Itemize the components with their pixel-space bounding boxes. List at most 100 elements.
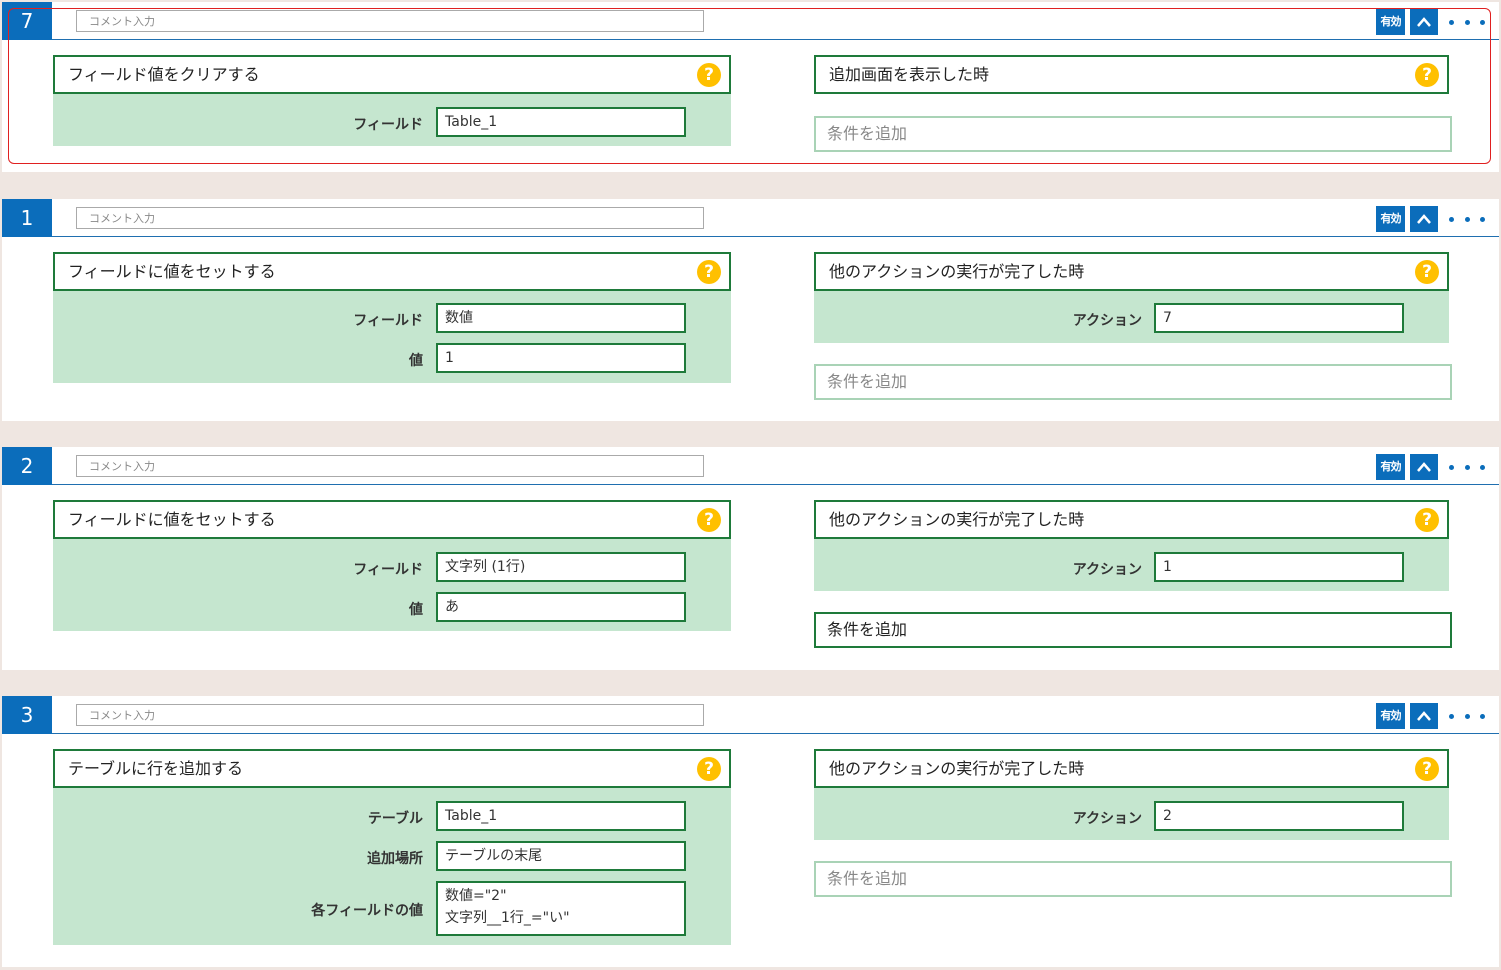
action-block-1: 1 有効 フィールドに値をセットする ? フィールド 数値 値 1 他のアクショ… xyxy=(2,199,1499,421)
field-value[interactable]: Table_1 xyxy=(436,107,686,137)
more-dot-icon xyxy=(1464,216,1470,222)
action-title[interactable]: テーブルに行を追加する ? xyxy=(53,749,731,788)
action-title[interactable]: フィールドに値をセットする ? xyxy=(53,500,731,539)
block-header: 7 有効 xyxy=(2,2,1499,40)
trigger-title[interactable]: 他のアクションの実行が完了した時 ? xyxy=(814,252,1449,291)
block-header: 3 有効 xyxy=(2,696,1499,734)
trigger-title[interactable]: 他のアクションの実行が完了した時 ? xyxy=(814,749,1449,788)
trigger-title-text: 他のアクションの実行が完了した時 xyxy=(829,759,1085,778)
field-label: フィールド xyxy=(353,117,423,133)
more-dot-icon xyxy=(1480,216,1485,222)
chevron-up-icon xyxy=(1417,17,1431,27)
help-icon[interactable]: ? xyxy=(1415,757,1439,781)
enabled-toggle-button[interactable]: 有効 xyxy=(1376,454,1405,480)
block-header: 2 有効 xyxy=(2,447,1499,485)
trigger-title-text: 他のアクションの実行が完了した時 xyxy=(829,262,1085,281)
collapse-button[interactable] xyxy=(1410,703,1438,729)
more-options-button[interactable] xyxy=(1449,457,1485,477)
table-value[interactable]: Table_1 xyxy=(436,801,686,831)
field-values-label: 各フィールドの値 xyxy=(311,903,423,919)
more-options-button[interactable] xyxy=(1449,12,1485,32)
more-dot-icon xyxy=(1464,19,1470,25)
help-icon[interactable]: ? xyxy=(1415,508,1439,532)
more-dot-icon xyxy=(1449,713,1454,719)
collapse-button[interactable] xyxy=(1410,9,1438,35)
field-value-line: 数値="2" xyxy=(445,888,507,904)
collapse-button[interactable] xyxy=(1410,206,1438,232)
more-dot-icon xyxy=(1480,464,1485,470)
trigger-title[interactable]: 追加画面を表示した時 ? xyxy=(814,55,1449,94)
action-block-7: 7 有効 フィールド値をクリアする ? フィールド Table_1 追加画面を表… xyxy=(2,2,1499,172)
value-field[interactable]: 1 xyxy=(436,343,686,373)
chevron-up-icon xyxy=(1417,214,1431,224)
action-title-text: フィールドに値をセットする xyxy=(68,262,276,281)
block-number: 2 xyxy=(2,447,52,485)
action-title[interactable]: フィールドに値をセットする ? xyxy=(53,252,731,291)
insert-position-label: 追加場所 xyxy=(367,851,423,867)
enabled-toggle-button[interactable]: 有効 xyxy=(1376,703,1405,729)
comment-input[interactable] xyxy=(76,455,704,477)
add-condition-button[interactable]: 条件を追加 xyxy=(814,116,1452,152)
trigger-panel: 他のアクションの実行が完了した時 ? アクション 1 xyxy=(814,500,1449,591)
action-panel: テーブルに行を追加する ? テーブル Table_1 追加場所 テーブルの末尾 … xyxy=(53,749,731,945)
trigger-panel: 追加画面を表示した時 ? xyxy=(814,55,1449,94)
help-icon[interactable]: ? xyxy=(1415,260,1439,284)
more-options-button[interactable] xyxy=(1449,209,1485,229)
more-dot-icon xyxy=(1449,216,1454,222)
action-block-3: 3 有効 テーブルに行を追加する ? テーブル Table_1 追加場所 テーブ… xyxy=(2,696,1499,967)
action-label: アクション xyxy=(1072,562,1142,578)
trigger-title-text: 他のアクションの実行が完了した時 xyxy=(829,510,1085,529)
value-label: 値 xyxy=(409,353,423,369)
action-panel: フィールドに値をセットする ? フィールド 数値 値 1 xyxy=(53,252,731,383)
help-icon[interactable]: ? xyxy=(697,63,721,87)
more-dot-icon xyxy=(1464,713,1470,719)
collapse-button[interactable] xyxy=(1410,454,1438,480)
trigger-title[interactable]: 他のアクションの実行が完了した時 ? xyxy=(814,500,1449,539)
block-header: 1 有効 xyxy=(2,199,1499,237)
field-label: フィールド xyxy=(353,562,423,578)
trigger-panel: 他のアクションの実行が完了した時 ? アクション 7 xyxy=(814,252,1449,343)
more-options-button[interactable] xyxy=(1449,706,1485,726)
action-title-text: フィールド値をクリアする xyxy=(68,65,260,84)
help-icon[interactable]: ? xyxy=(697,508,721,532)
block-number: 1 xyxy=(2,199,52,237)
block-number: 7 xyxy=(2,2,52,40)
more-dot-icon xyxy=(1449,19,1454,25)
action-panel: フィールドに値をセットする ? フィールド 文字列 (1行) 値 あ xyxy=(53,500,731,631)
block-number: 3 xyxy=(2,696,52,734)
action-title-text: フィールドに値をセットする xyxy=(68,510,276,529)
comment-input[interactable] xyxy=(76,207,704,229)
insert-position-value[interactable]: テーブルの末尾 xyxy=(436,841,686,871)
more-dot-icon xyxy=(1449,464,1454,470)
action-value[interactable]: 7 xyxy=(1154,303,1404,333)
action-panel: フィールド値をクリアする ? フィールド Table_1 xyxy=(53,55,731,146)
field-value[interactable]: 文字列 (1行) xyxy=(436,552,686,582)
field-values-value[interactable]: 数値="2" 文字列__1行_="い" xyxy=(436,881,686,936)
comment-input[interactable] xyxy=(76,10,704,32)
more-dot-icon xyxy=(1480,19,1485,25)
help-icon[interactable]: ? xyxy=(697,260,721,284)
action-value[interactable]: 1 xyxy=(1154,552,1404,582)
more-dot-icon xyxy=(1464,464,1470,470)
value-label: 値 xyxy=(409,602,423,618)
add-condition-button[interactable]: 条件を追加 xyxy=(814,364,1452,400)
action-title-text: テーブルに行を追加する xyxy=(68,759,244,778)
more-dot-icon xyxy=(1480,713,1485,719)
enabled-toggle-button[interactable]: 有効 xyxy=(1376,9,1405,35)
field-value[interactable]: 数値 xyxy=(436,303,686,333)
add-condition-button[interactable]: 条件を追加 xyxy=(814,612,1452,648)
chevron-up-icon xyxy=(1417,711,1431,721)
help-icon[interactable]: ? xyxy=(1415,63,1439,87)
comment-input[interactable] xyxy=(76,704,704,726)
field-value-line: 文字列__1行_="い" xyxy=(445,910,570,926)
action-label: アクション xyxy=(1072,313,1142,329)
field-label: フィールド xyxy=(353,313,423,329)
action-title[interactable]: フィールド値をクリアする ? xyxy=(53,55,731,94)
chevron-up-icon xyxy=(1417,462,1431,472)
action-value[interactable]: 2 xyxy=(1154,801,1404,831)
enabled-toggle-button[interactable]: 有効 xyxy=(1376,206,1405,232)
add-condition-button[interactable]: 条件を追加 xyxy=(814,861,1452,897)
help-icon[interactable]: ? xyxy=(697,757,721,781)
trigger-panel: 他のアクションの実行が完了した時 ? アクション 2 xyxy=(814,749,1449,840)
value-field[interactable]: あ xyxy=(436,592,686,622)
